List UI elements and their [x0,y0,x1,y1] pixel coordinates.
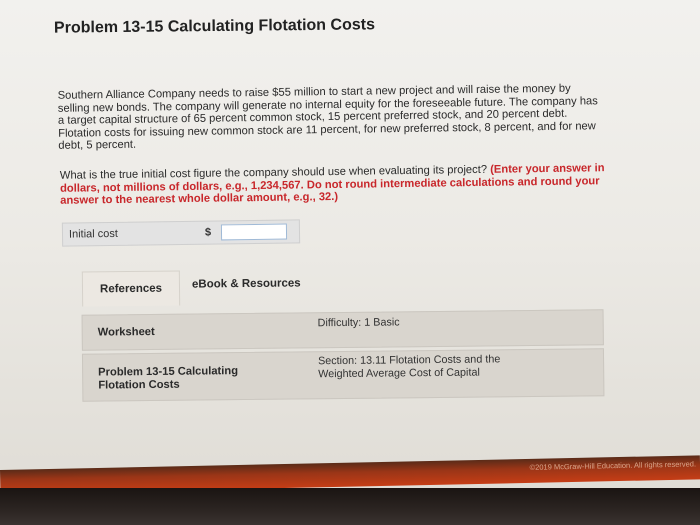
currency-symbol: $ [204,226,212,239]
tab-ebook-resources[interactable]: eBook & Resources [192,277,301,290]
tab-references[interactable]: References [81,270,181,307]
problem-statement: Southern Alliance Company needs to raise… [57,82,598,153]
initial-cost-input[interactable] [220,223,288,241]
difficulty-label: Difficulty: 1 Basic [317,316,400,330]
screen-bezel [0,488,700,525]
screen: Problem 13-15 Calculating Flotation Cost… [0,0,700,525]
problem-reference-label: Problem 13-15 Calculating Flotation Cost… [98,365,239,392]
question-block: What is the true initial cost figure the… [60,162,605,207]
section-label: Section: 13.11 Flotation Costs and the W… [317,353,501,381]
copyright-text: ©2019 McGraw-Hill Education. All rights … [529,459,697,472]
initial-cost-label: Initial cost [68,227,119,241]
page-title: Problem 13-15 Calculating Flotation Cost… [53,16,376,37]
reference-row: Worksheet Difficulty: 1 Basic [81,309,604,351]
references-panel: Worksheet Difficulty: 1 Basic Problem 13… [81,300,605,413]
worksheet-label: Worksheet [97,325,155,339]
answer-row: Initial cost $ [61,219,301,247]
reference-row: Problem 13-15 Calculating Flotation Cost… [81,348,605,402]
